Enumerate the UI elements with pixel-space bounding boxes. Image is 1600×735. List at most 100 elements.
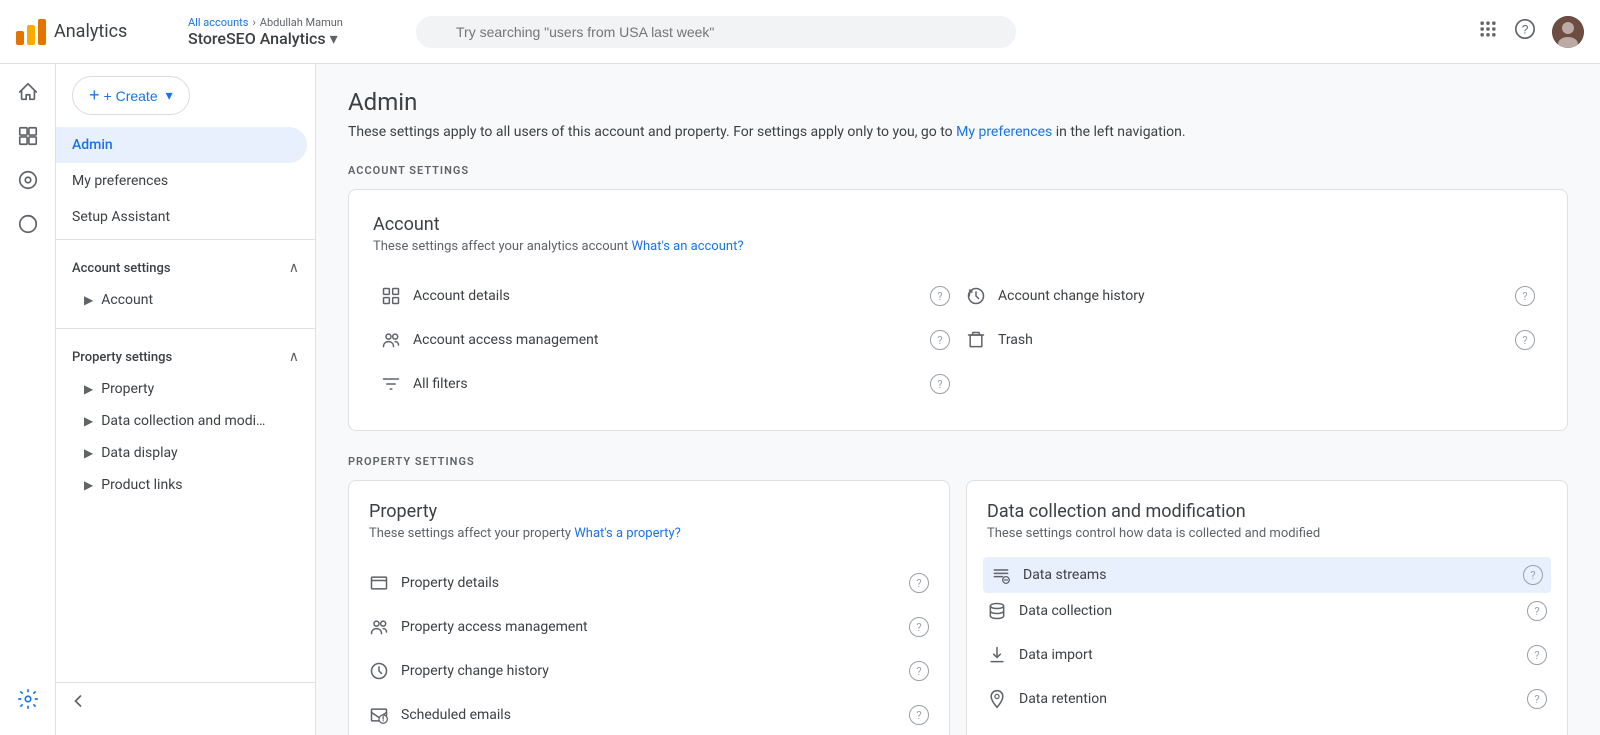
all-filters-help[interactable]: ? <box>930 374 950 394</box>
nav-item-preferences[interactable]: My preferences <box>56 163 307 199</box>
scheduled-emails-item[interactable]: Scheduled emails ? <box>369 693 929 735</box>
collapse-nav-btn[interactable] <box>56 682 315 719</box>
account-settings-header[interactable]: Account settings ∧ <box>56 252 315 284</box>
property-settings-section-label: PROPERTY SETTINGS <box>348 455 1568 468</box>
explore-icon[interactable] <box>8 160 48 200</box>
change-history-help[interactable]: ? <box>1515 286 1535 306</box>
property-details-label: Property details <box>401 575 897 591</box>
account-name-area: StoreSEO Analytics ▾ <box>188 29 388 48</box>
logo-bar-1 <box>16 31 24 45</box>
data-retention-help[interactable]: ? <box>1527 689 1547 709</box>
property-details-item[interactable]: Property details ? <box>369 561 929 605</box>
account-details-help[interactable]: ? <box>930 286 950 306</box>
create-button[interactable]: + + Create ▾ <box>72 76 190 115</box>
all-filters-item[interactable]: All filters ? <box>381 362 950 406</box>
settings-icon[interactable] <box>8 679 48 719</box>
property-settings-header[interactable]: Property settings ∧ <box>56 341 315 373</box>
trash-label: Trash <box>998 332 1503 348</box>
account-settings-section-label: ACCOUNT SETTINGS <box>348 164 1568 177</box>
change-history-label: Account change history <box>998 288 1503 304</box>
property-access-help[interactable]: ? <box>909 617 929 637</box>
data-import-item[interactable]: Data import ? <box>987 633 1547 677</box>
data-collection-card-title: Data collection and modification <box>987 501 1547 522</box>
account-access-help[interactable]: ? <box>930 330 950 350</box>
nav-sub-data-display[interactable]: ▶ Data display <box>56 437 307 469</box>
data-collection-items-list: Data streams ? Data collection ? <box>987 557 1547 721</box>
account-card-subtitle: These settings affect your analytics acc… <box>373 239 1543 254</box>
analytics-logo <box>16 19 46 45</box>
account-settings-chevron: ∧ <box>289 260 299 276</box>
what-is-account-link[interactable]: What's an account? <box>631 239 743 254</box>
preferences-link[interactable]: My preferences <box>956 124 1052 140</box>
search-bar <box>416 16 1016 48</box>
nav-item-setup-label: Setup Assistant <box>72 209 170 225</box>
property-expand-icon: ▶ <box>84 382 93 396</box>
grid-icon[interactable] <box>1478 19 1498 44</box>
nav-sub-data-collection-label: Data collection and modifica... <box>101 413 271 429</box>
scheduled-emails-help[interactable]: ? <box>909 705 929 725</box>
data-streams-icon <box>991 565 1011 585</box>
nav-item-setup[interactable]: Setup Assistant <box>56 199 307 235</box>
nav-sub-product-links[interactable]: ▶ Product links <box>56 469 307 501</box>
nav-sub-property[interactable]: ▶ Property <box>56 373 307 405</box>
all-filters-label: All filters <box>413 376 918 392</box>
product-links-expand-icon: ▶ <box>84 478 93 492</box>
account-access-item[interactable]: Account access management ? <box>381 318 950 362</box>
data-retention-icon <box>987 689 1007 709</box>
home-icon[interactable] <box>8 72 48 112</box>
account-settings-grid: Account details ? Account access managem… <box>373 274 1543 406</box>
advertising-icon[interactable] <box>8 204 48 244</box>
nav-item-admin[interactable]: Admin <box>56 127 307 163</box>
nav-item-admin-label: Admin <box>72 137 113 153</box>
breadcrumb-arrow: › <box>252 16 255 29</box>
account-expand-icon: ▶ <box>84 293 93 307</box>
account-name: StoreSEO Analytics <box>188 29 326 48</box>
what-is-property-link[interactable]: What's a property? <box>574 526 680 541</box>
account-details-item[interactable]: Account details ? <box>381 274 950 318</box>
data-collection-help[interactable]: ? <box>1527 601 1547 621</box>
data-streams-help[interactable]: ? <box>1523 565 1543 585</box>
change-history-item[interactable]: Account change history ? <box>966 274 1535 318</box>
svg-text:?: ? <box>1522 23 1529 37</box>
breadcrumb: All accounts › Abdullah Mamun <box>188 16 388 29</box>
breadcrumb-area: All accounts › Abdullah Mamun StoreSEO A… <box>188 16 388 48</box>
property-details-help[interactable]: ? <box>909 573 929 593</box>
account-right-col: Account change history ? Trash ? <box>958 274 1543 406</box>
data-streams-item[interactable]: Data streams ? <box>983 557 1551 593</box>
nav-divider-2 <box>56 328 315 329</box>
reports-icon[interactable] <box>8 116 48 156</box>
avatar[interactable] <box>1552 16 1584 48</box>
logo-bar-3 <box>38 19 46 45</box>
create-label: + Create <box>104 88 158 104</box>
nav-sub-account[interactable]: ▶ Account <box>56 284 307 316</box>
create-dropdown-icon[interactable]: ▾ <box>166 87 173 104</box>
account-card: Account These settings affect your analy… <box>348 189 1568 431</box>
description-prefix: These settings apply to all users of thi… <box>348 124 956 140</box>
scheduled-emails-label: Scheduled emails <box>401 707 897 723</box>
property-change-history-help[interactable]: ? <box>909 661 929 681</box>
property-change-history-item[interactable]: Property change history ? <box>369 649 929 693</box>
dropdown-arrow[interactable]: ▾ <box>330 29 338 48</box>
account-details-label: Account details <box>413 288 918 304</box>
change-history-icon <box>966 286 986 306</box>
data-import-help[interactable]: ? <box>1527 645 1547 665</box>
account-access-label: Account access management <box>413 332 918 348</box>
data-collection-item[interactable]: Data collection ? <box>987 589 1547 633</box>
property-settings-chevron: ∧ <box>289 349 299 365</box>
property-change-history-label: Property change history <box>401 663 897 679</box>
trash-help[interactable]: ? <box>1515 330 1535 350</box>
property-subtitle-text: These settings affect your property <box>369 526 574 541</box>
breadcrumb-all-accounts[interactable]: All accounts <box>188 16 248 29</box>
data-retention-item[interactable]: Data retention ? <box>987 677 1547 721</box>
topbar-right: ? <box>1478 16 1584 48</box>
search-wrapper <box>416 16 1016 48</box>
nav-sub-account-label: Account <box>101 292 153 308</box>
account-left-col: Account details ? Account access managem… <box>373 274 958 406</box>
trash-item[interactable]: Trash ? <box>966 318 1535 362</box>
nav-sub-data-collection[interactable]: ▶ Data collection and modifica... <box>56 405 307 437</box>
property-details-icon <box>369 573 389 593</box>
search-input[interactable] <box>416 16 1016 48</box>
property-access-item[interactable]: Property access management ? <box>369 605 929 649</box>
data-collection-icon <box>987 601 1007 621</box>
help-icon[interactable]: ? <box>1514 18 1536 45</box>
